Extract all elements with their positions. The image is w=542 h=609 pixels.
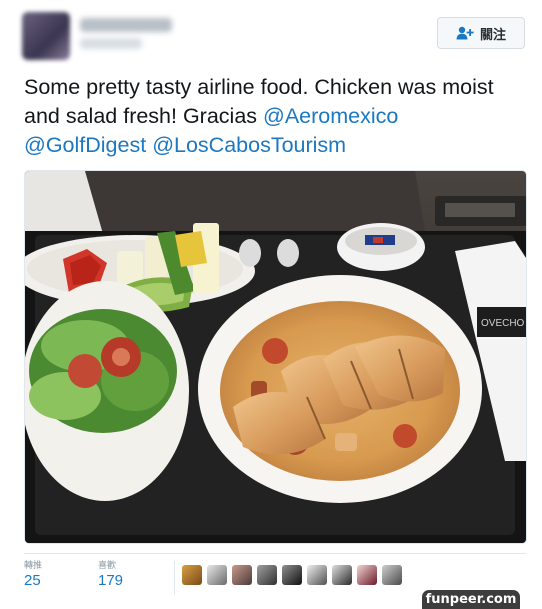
airline-meal-image: OVECHO	[25, 171, 526, 543]
tweet-photo[interactable]: OVECHO	[24, 170, 527, 544]
retweet-stat[interactable]: 轉推 25	[24, 559, 42, 591]
svg-text:OVECHO: OVECHO	[481, 318, 525, 329]
tweet-body: Some pretty tasty airline food. Chicken …	[24, 75, 494, 128]
liker-avatar[interactable]	[257, 565, 277, 585]
liker-avatar[interactable]	[382, 565, 402, 585]
mention-loscabostourism[interactable]: @LosCabosTourism	[152, 133, 346, 157]
stats-separator	[174, 561, 175, 595]
liker-avatar[interactable]	[282, 565, 302, 585]
retweets-count: 25	[24, 572, 41, 589]
like-stat[interactable]: 喜歡 179	[98, 559, 123, 591]
follow-button[interactable]: 關注	[437, 17, 525, 49]
likes-label: 喜歡	[98, 560, 117, 570]
tweet-text: Some pretty tasty airline food. Chicken …	[24, 73, 524, 160]
liker-avatar[interactable]	[232, 565, 252, 585]
retweets-label: 轉推	[24, 560, 43, 570]
liker-avatar[interactable]	[207, 565, 227, 585]
add-user-icon	[456, 26, 474, 40]
follow-label: 關注	[479, 26, 506, 42]
username-blurred	[80, 38, 142, 49]
tweet-header: 關注	[0, 0, 542, 70]
mention-golfdigest[interactable]: @GolfDigest	[24, 133, 146, 157]
liker-avatar[interactable]	[332, 565, 352, 585]
likes-count: 179	[98, 572, 124, 589]
stats-divider-top	[24, 553, 526, 554]
mention-aeromexico[interactable]: @Aeromexico	[263, 104, 398, 128]
liker-avatar[interactable]	[357, 565, 377, 585]
watermark: funpeer.com	[422, 590, 520, 609]
avatar[interactable]	[22, 12, 70, 60]
display-name-blurred[interactable]	[80, 18, 172, 32]
liker-avatar[interactable]	[307, 565, 327, 585]
liker-avatars	[182, 565, 402, 587]
liker-avatar[interactable]	[182, 565, 202, 585]
